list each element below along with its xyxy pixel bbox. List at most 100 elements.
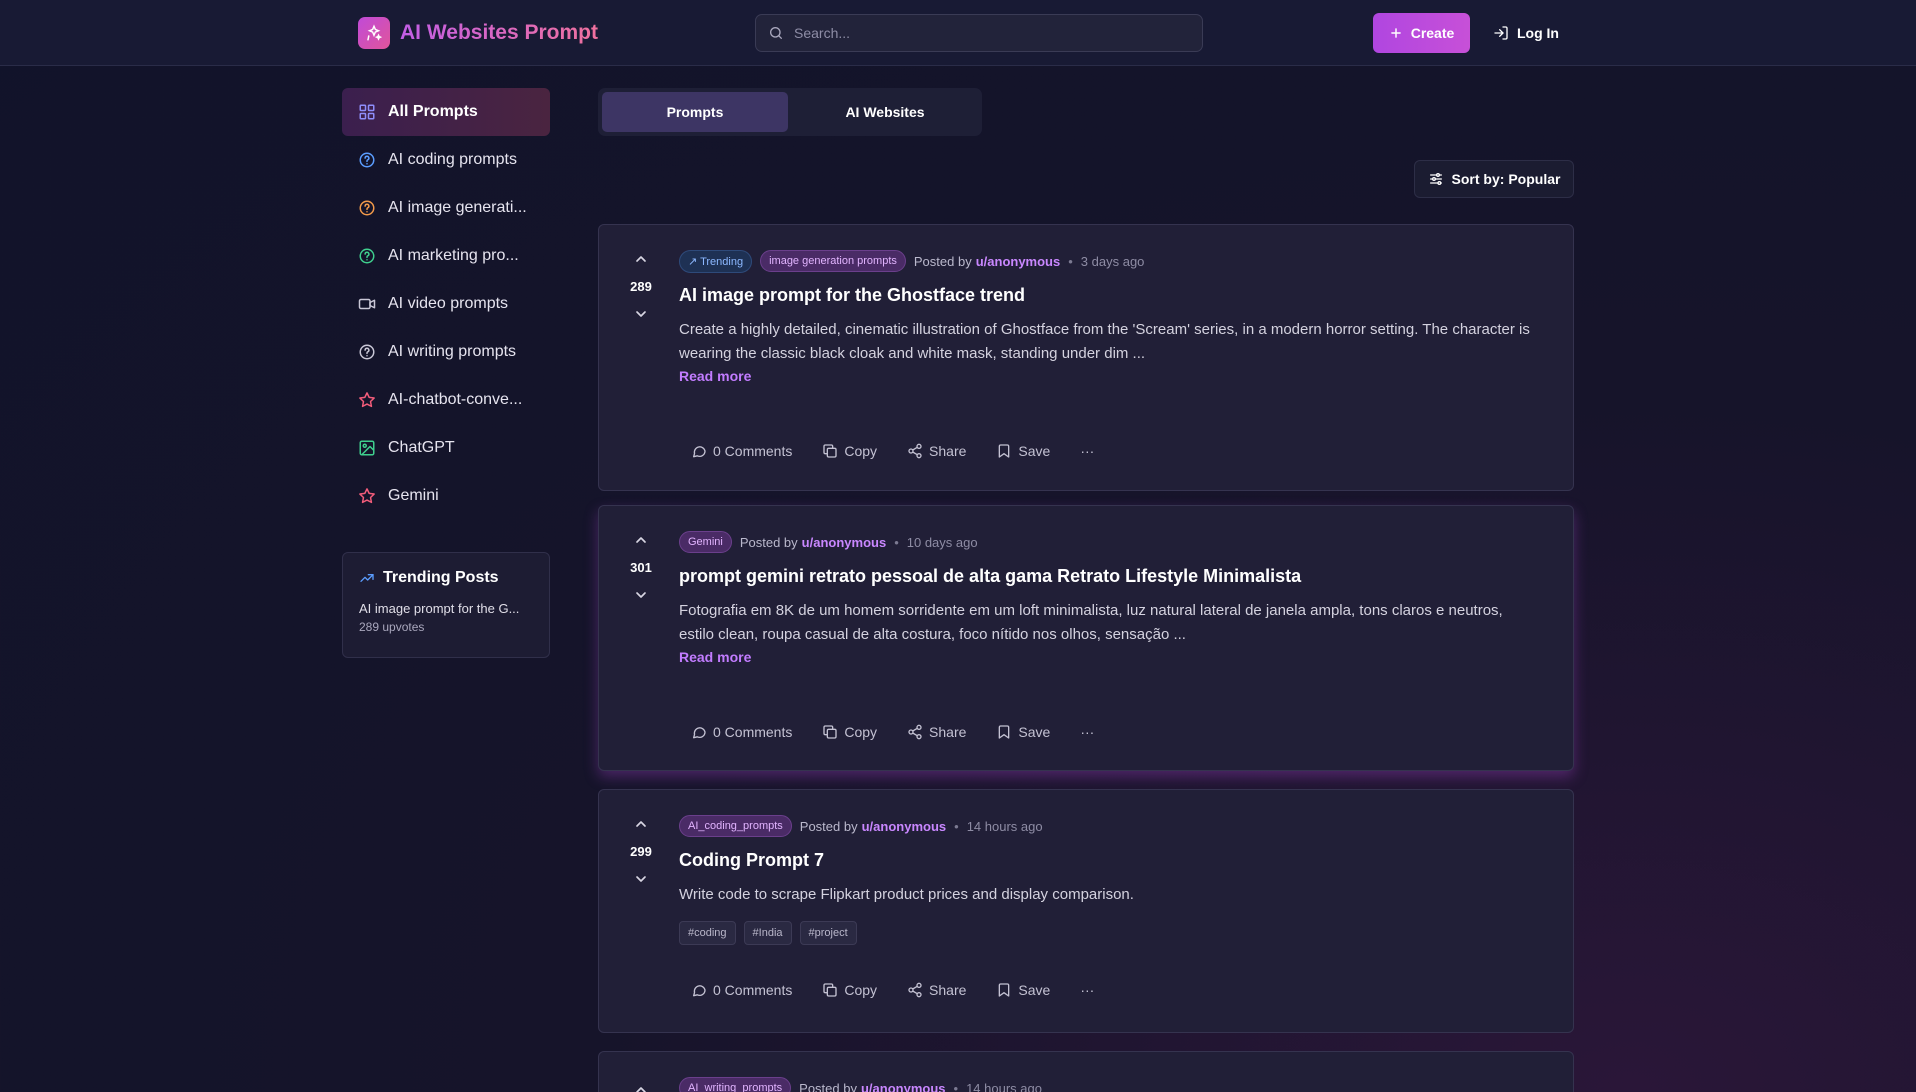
post-meta: AI_writing_prompts Posted by u/anonymous… bbox=[679, 1076, 1533, 1092]
post-time: 10 days ago bbox=[906, 534, 978, 550]
copy-icon bbox=[822, 443, 838, 459]
copy-icon bbox=[822, 982, 838, 998]
category-badge[interactable]: AI_coding_prompts bbox=[679, 815, 792, 837]
share-label: Share bbox=[929, 724, 967, 740]
trending-post-link[interactable]: AI image prompt for the G... bbox=[359, 601, 533, 616]
category-badge[interactable]: AI_writing_prompts bbox=[679, 1077, 792, 1092]
copy-button[interactable]: Copy bbox=[810, 437, 889, 465]
sidebar-item-ai-writing-prompts[interactable]: AI writing prompts bbox=[342, 328, 550, 376]
sidebar-item-gemini[interactable]: Gemini bbox=[342, 472, 550, 520]
more-options-button[interactable]: ··· bbox=[1068, 437, 1106, 465]
save-button[interactable]: Save bbox=[984, 437, 1062, 465]
star-icon bbox=[358, 391, 376, 409]
comments-button[interactable]: 0 Comments bbox=[679, 976, 804, 1004]
post-title[interactable]: AI image prompt for the Ghostface trend bbox=[679, 285, 1533, 306]
sidebar-item-all-prompts[interactable]: All Prompts bbox=[342, 88, 550, 136]
vote-control: 289 bbox=[621, 251, 661, 322]
save-button[interactable]: Save bbox=[984, 718, 1062, 746]
more-options-button[interactable]: ··· bbox=[1068, 976, 1106, 1004]
share-button[interactable]: Share bbox=[895, 718, 978, 746]
sidebar-item-label: AI-chatbot-conve... bbox=[388, 391, 523, 408]
sidebar-item-ai-image-generation[interactable]: AI image generati... bbox=[342, 184, 550, 232]
downvote-chevron-down-icon[interactable] bbox=[633, 871, 649, 887]
grid-icon bbox=[358, 103, 376, 121]
separator-dot: • bbox=[894, 534, 899, 550]
sidebar-item-chatgpt[interactable]: ChatGPT bbox=[342, 424, 550, 472]
author-link[interactable]: u/anonymous bbox=[976, 254, 1061, 269]
downvote-chevron-down-icon[interactable] bbox=[633, 306, 649, 322]
share-label: Share bbox=[929, 443, 967, 459]
sidebar-item-ai-video-prompts[interactable]: AI video prompts bbox=[342, 280, 550, 328]
sidebar-item-ai-coding-prompts[interactable]: AI coding prompts bbox=[342, 136, 550, 184]
more-options-button[interactable]: ··· bbox=[1068, 718, 1106, 746]
save-button[interactable]: Save bbox=[984, 976, 1062, 1004]
post-actions: 0 Comments Copy Share Save ··· bbox=[679, 976, 1106, 1004]
read-more-link[interactable]: Read more bbox=[679, 368, 751, 384]
upvote-chevron-up-icon[interactable] bbox=[633, 1082, 649, 1092]
sliders-icon bbox=[1428, 171, 1444, 187]
tab-prompts[interactable]: Prompts bbox=[602, 92, 788, 132]
author-link[interactable]: u/anonymous bbox=[802, 535, 887, 550]
help-circle-icon bbox=[358, 247, 376, 265]
vote-control: 299 bbox=[621, 816, 661, 887]
sidebar-item-ai-chatbot[interactable]: AI-chatbot-conve... bbox=[342, 376, 550, 424]
trending-heading-text: Trending Posts bbox=[383, 569, 499, 586]
author-link[interactable]: u/anonymous bbox=[861, 1081, 946, 1092]
post-title[interactable]: prompt gemini retrato pessoal de alta ga… bbox=[679, 566, 1533, 587]
comments-button[interactable]: 0 Comments bbox=[679, 437, 804, 465]
trending-up-icon bbox=[359, 570, 375, 586]
author-link[interactable]: u/anonymous bbox=[862, 819, 947, 834]
read-more-link[interactable]: Read more bbox=[679, 649, 751, 665]
copy-icon bbox=[822, 724, 838, 740]
copy-label: Copy bbox=[844, 982, 878, 998]
comments-label: 0 Comments bbox=[713, 443, 793, 459]
ellipsis-icon: ··· bbox=[1080, 724, 1095, 740]
brand-logo[interactable]: AI Websites Prompt bbox=[358, 17, 598, 49]
posted-by-label: Posted by bbox=[913, 253, 972, 269]
vote-control: 301 bbox=[621, 532, 661, 603]
sidebar-item-ai-marketing[interactable]: AI marketing pro... bbox=[342, 232, 550, 280]
top-navbar: AI Websites Prompt Create Log In bbox=[0, 0, 1916, 66]
category-badge[interactable]: image generation prompts bbox=[760, 250, 906, 272]
ellipsis-icon: ··· bbox=[1080, 982, 1095, 998]
bookmark-icon bbox=[996, 724, 1012, 740]
comment-icon bbox=[691, 982, 707, 998]
content-tabs: Prompts AI Websites bbox=[598, 88, 982, 136]
sort-button[interactable]: Sort by: Popular bbox=[1414, 160, 1574, 198]
post-time: 3 days ago bbox=[1080, 253, 1145, 269]
search-input[interactable] bbox=[794, 25, 1174, 41]
comments-button[interactable]: 0 Comments bbox=[679, 718, 804, 746]
tab-ai-websites[interactable]: AI Websites bbox=[792, 92, 978, 132]
trending-post-upvotes: 289 upvotes bbox=[359, 620, 425, 634]
save-label: Save bbox=[1018, 982, 1051, 998]
upvote-chevron-up-icon[interactable] bbox=[633, 251, 649, 267]
create-button[interactable]: Create bbox=[1373, 13, 1470, 53]
tag-chip[interactable]: #coding bbox=[679, 921, 736, 945]
post-description: Write code to scrape Flipkart product pr… bbox=[679, 886, 1134, 903]
copy-button[interactable]: Copy bbox=[810, 976, 889, 1004]
post-card: 299 AI_coding_prompts Posted by u/anonym… bbox=[598, 789, 1574, 1033]
post-title[interactable]: Coding Prompt 7 bbox=[679, 850, 1533, 871]
sidebar-item-label: AI video prompts bbox=[388, 295, 509, 312]
post-card: 289 ↗ Trending image generation prompts … bbox=[598, 224, 1574, 491]
sparkle-icon bbox=[358, 17, 390, 49]
help-circle-icon bbox=[358, 151, 376, 169]
downvote-chevron-down-icon[interactable] bbox=[633, 587, 649, 603]
category-badge[interactable]: Gemini bbox=[679, 531, 732, 553]
upvote-chevron-up-icon[interactable] bbox=[633, 816, 649, 832]
login-button[interactable]: Log In bbox=[1493, 13, 1559, 53]
share-button[interactable]: Share bbox=[895, 976, 978, 1004]
share-button[interactable]: Share bbox=[895, 437, 978, 465]
share-icon bbox=[907, 724, 923, 740]
brand-name: AI Websites Prompt bbox=[400, 21, 598, 44]
tag-chip[interactable]: #project bbox=[799, 921, 857, 945]
bookmark-icon bbox=[996, 982, 1012, 998]
upvote-chevron-up-icon[interactable] bbox=[633, 532, 649, 548]
posted-by-label: Posted by bbox=[799, 818, 858, 834]
video-icon bbox=[358, 295, 376, 313]
copy-button[interactable]: Copy bbox=[810, 718, 889, 746]
post-time: 14 hours ago bbox=[966, 1080, 1042, 1092]
search-bar[interactable] bbox=[755, 14, 1203, 52]
tag-chip[interactable]: #India bbox=[743, 921, 792, 945]
login-label: Log In bbox=[1517, 25, 1559, 41]
